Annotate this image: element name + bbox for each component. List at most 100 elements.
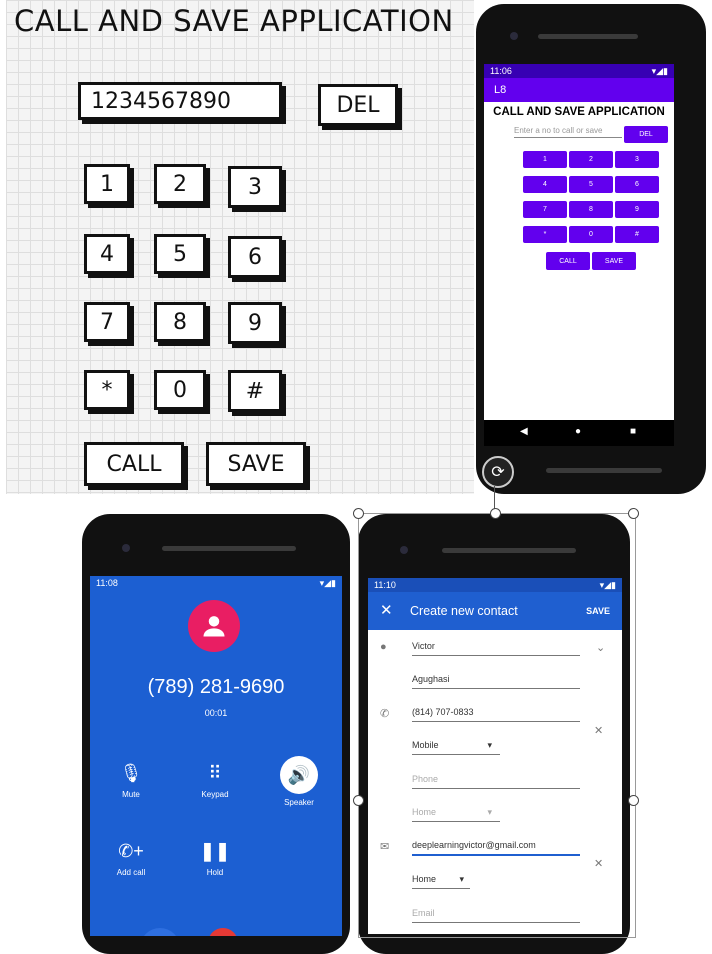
email-field[interactable]: deeplearningvictor@gmail.com [412,840,580,856]
status-bar: 11:08 ▾◢▮ [90,576,342,590]
app-bar: L8 [484,78,674,102]
chevron-down-icon[interactable]: ⌄ [596,641,605,654]
bottom-speaker [546,468,662,473]
phone-icon: ✆ [380,708,390,720]
app-heading: CALL AND SAVE APPLICATION [493,106,665,118]
add-call-icon: ✆+ [118,841,144,861]
key-hash-button[interactable]: # [615,226,659,243]
phone-field[interactable]: (814) 707-0833 [412,707,580,722]
keypad-button[interactable]: ⠿ Keypad [180,762,250,799]
phone-type-select-2[interactable]: Home ▾ [412,807,500,822]
phone-field-2[interactable]: Phone [412,774,580,789]
key-2-button[interactable]: 2 [569,151,613,168]
person-icon: ● [380,641,387,653]
signal-battery-icon: ▾◢▮ [651,65,668,76]
speaker-button[interactable]: 🔊 Speaker [264,756,334,807]
app-screen: 11:06 ▾◢▮ L8 CALL AND SAVE APPLICATION E… [484,64,674,420]
dropdown-arrow-icon: ▾ [487,807,492,817]
resize-handle-top-left[interactable] [353,508,364,519]
resize-handle-middle-right[interactable] [628,795,639,806]
call-timer: 00:01 [204,708,228,718]
add-call-button[interactable]: ✆+ Add call [96,840,166,877]
sketch-key-star: * [84,370,130,410]
end-call-button[interactable] [208,928,238,936]
status-time: 11:06 [490,66,512,76]
sketch-key-6: 6 [228,236,282,278]
clear-phone-icon[interactable]: ✕ [594,724,603,737]
mute-icon: 🎙 [119,763,143,783]
earpiece-speaker [442,548,576,553]
close-icon[interactable]: ✕ [380,601,393,619]
resize-handle-top-center[interactable] [490,508,501,519]
phone-type-value: Mobile [412,740,439,750]
sketch-key-8: 8 [154,302,206,342]
key-5-button[interactable]: 5 [569,176,613,193]
status-bar: 11:10 ▾◢▮ [368,578,622,592]
key-9-button[interactable]: 9 [615,201,659,218]
sketch-del-button: DEL [318,84,398,126]
wireframe-sketch: CALL AND SAVE APPLICATION 1234567890 DEL… [6,0,474,494]
contact-save-button[interactable]: SAVE [586,606,610,616]
add-call-label: Add call [116,868,146,877]
first-name-field[interactable]: Victor [412,641,580,656]
front-camera [400,546,408,554]
contact-title: Create new contact [410,604,518,618]
speaker-icon: 🔊 [280,756,318,794]
status-time: 11:08 [96,578,118,588]
number-input[interactable]: Enter a no to call or save [514,126,622,138]
front-camera [510,32,518,40]
del-button[interactable]: DEL [624,126,668,143]
status-time: 11:10 [374,580,396,590]
sketch-title: CALL AND SAVE APPLICATION [14,4,454,38]
hold-button[interactable]: ❚❚ Hold [180,840,250,877]
sketch-key-7: 7 [84,302,130,342]
email-type-select[interactable]: Home ▾ [412,874,470,889]
sketch-save-button: SAVE [206,442,306,486]
keypad-icon: ⠿ [208,763,222,783]
front-camera [122,544,130,552]
sketch-key-9: 9 [228,302,282,344]
dialer-screen: 11:08 ▾◢▮ (789) 281-9690 00:01 🎙 Mute ⠿ … [90,576,342,936]
key-0-button[interactable]: 0 [569,226,613,243]
contact-avatar [188,600,240,652]
status-bar: 11:06 ▾◢▮ [484,64,674,78]
key-1-button[interactable]: 1 [523,151,567,168]
email-field-2[interactable]: Email [412,908,580,923]
phone-app-frame: 11:06 ▾◢▮ L8 CALL AND SAVE APPLICATION E… [476,4,706,494]
sketch-call-button: CALL [84,442,184,486]
clear-email-icon[interactable]: ✕ [594,857,603,870]
sketch-key-hash: # [228,370,282,412]
phone-type-value-2: Home [412,807,437,817]
key-8-button[interactable]: 8 [569,201,613,218]
phone-type-select[interactable]: Mobile ▾ [412,740,500,755]
sketch-key-1: 1 [84,164,130,204]
back-icon[interactable]: ◀ [520,426,528,437]
mute-button[interactable]: 🎙 Mute [96,762,166,799]
resize-handle-top-right[interactable] [628,508,639,519]
save-button[interactable]: SAVE [592,252,636,270]
resize-handle-middle-left[interactable] [353,795,364,806]
rotate-handle-icon[interactable]: ⟳ [482,456,514,488]
signal-battery-icon: ▾◢▮ [319,577,336,588]
speaker-label: Speaker [284,798,314,807]
last-name-field[interactable]: Agughasi [412,674,580,689]
nav-bar: ◀ ● ■ [484,420,674,446]
sketch-key-0: 0 [154,370,206,410]
hold-icon: ❚❚ [199,841,231,861]
dialpad-fab[interactable] [140,928,180,936]
sketch-key-3: 3 [228,166,282,208]
key-3-button[interactable]: 3 [615,151,659,168]
hold-label: Hold [206,868,224,877]
key-7-button[interactable]: 7 [523,201,567,218]
key-4-button[interactable]: 4 [523,176,567,193]
earpiece-speaker [538,34,638,39]
key-star-button[interactable]: * [523,226,567,243]
call-button[interactable]: CALL [546,252,590,270]
app-bar-title: L8 [494,84,507,96]
email-type-value: Home [412,874,437,884]
phone-dialer-frame: 11:08 ▾◢▮ (789) 281-9690 00:01 🎙 Mute ⠿ … [82,514,350,954]
sketch-key-5: 5 [154,234,206,274]
home-icon[interactable]: ● [575,426,581,437]
recents-icon[interactable]: ■ [630,426,636,437]
key-6-button[interactable]: 6 [615,176,659,193]
